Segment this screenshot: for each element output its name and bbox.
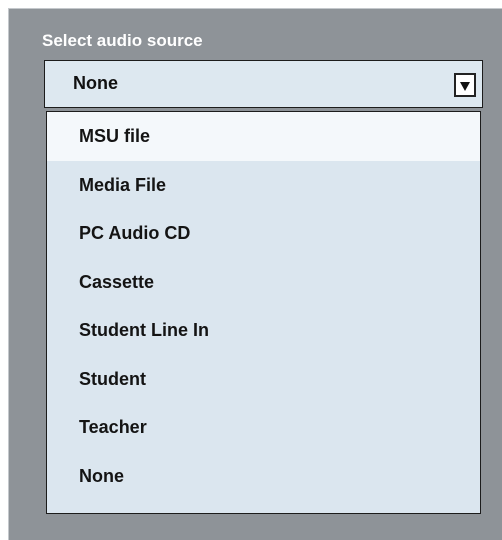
option-cassette[interactable]: Cassette bbox=[47, 258, 480, 307]
audio-source-panel: Select audio source None MSU file Media … bbox=[8, 8, 502, 540]
dropdown-button[interactable] bbox=[454, 73, 476, 97]
option-student-line-in[interactable]: Student Line In bbox=[47, 306, 480, 355]
chevron-down-icon bbox=[460, 82, 470, 91]
option-student[interactable]: Student bbox=[47, 355, 480, 404]
audio-source-select[interactable]: None bbox=[44, 60, 483, 108]
option-teacher[interactable]: Teacher bbox=[47, 403, 480, 452]
option-media-file[interactable]: Media File bbox=[47, 161, 480, 210]
selected-value: None bbox=[73, 73, 118, 93]
select-audio-source-label: Select audio source bbox=[42, 31, 203, 50]
option-msu-file[interactable]: MSU file bbox=[47, 112, 480, 161]
audio-source-options-list: MSU file Media File PC Audio CD Cassette… bbox=[46, 111, 481, 514]
option-pc-audio-cd[interactable]: PC Audio CD bbox=[47, 209, 480, 258]
option-none[interactable]: None bbox=[47, 452, 480, 501]
